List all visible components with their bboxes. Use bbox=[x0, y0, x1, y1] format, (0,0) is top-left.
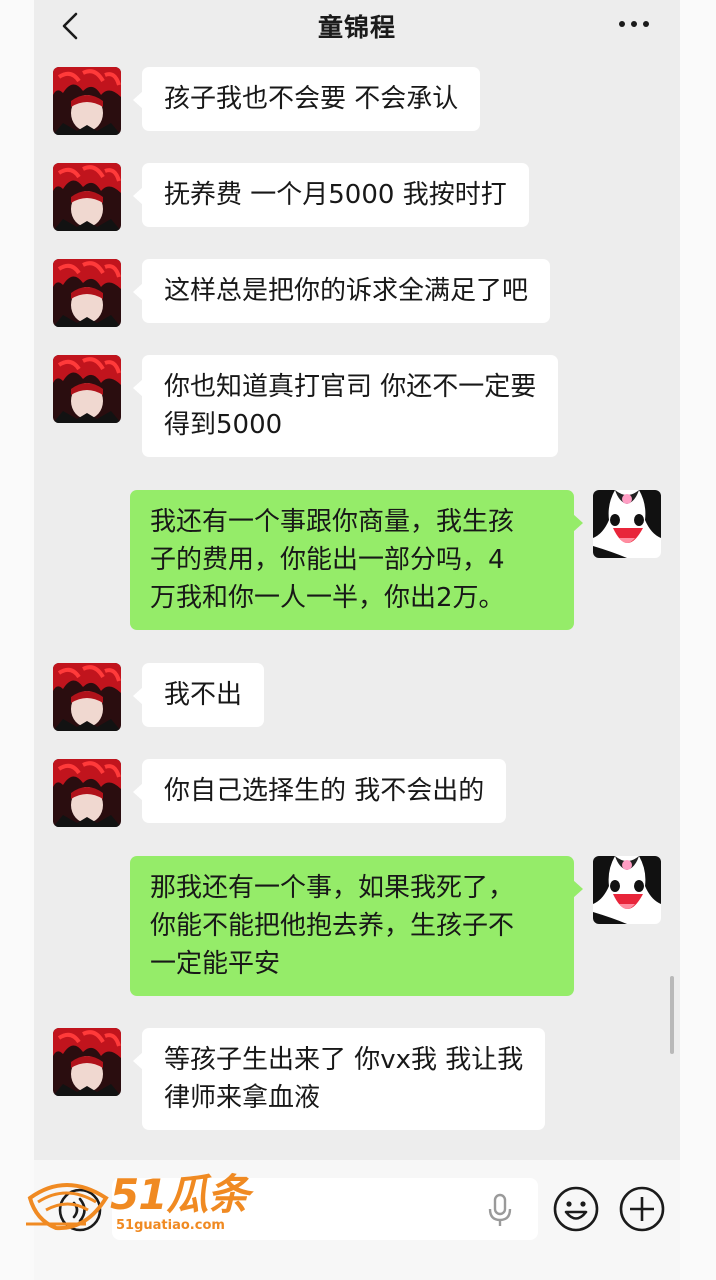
outgoing-message: 那我还有一个事，如果我死了， 你能不能把他抱去养，生孩子不 一定能平安 bbox=[130, 856, 583, 996]
scrollbar[interactable] bbox=[670, 976, 674, 1054]
message-line: 你也知道真打官司 你还不一定要 bbox=[164, 372, 537, 402]
chat-title: 童锦程 bbox=[317, 13, 396, 42]
message-line: 律师来拿血液 bbox=[164, 1083, 321, 1113]
incoming-message: 我不出 bbox=[132, 663, 265, 727]
incoming-message: 这样总是把你的诉求全满足了吧 bbox=[132, 259, 551, 323]
message-line: 你能不能把他抱去养，生孩子不 bbox=[150, 911, 515, 941]
message-line: 那我还有一个事，如果我死了， bbox=[150, 873, 515, 903]
screen-bezel-left bbox=[0, 0, 34, 1280]
watermark-melon-icon bbox=[26, 1183, 109, 1231]
plus-circle-icon[interactable] bbox=[618, 1185, 666, 1233]
message-line: 一定能平安 bbox=[150, 949, 281, 979]
incoming-message: 你自己选择生的 我不会出的 bbox=[132, 759, 507, 823]
contact-avatar[interactable] bbox=[53, 163, 121, 231]
emoji-icon[interactable] bbox=[552, 1185, 600, 1233]
contact-avatar[interactable] bbox=[53, 759, 121, 827]
user-avatar[interactable] bbox=[593, 490, 661, 558]
watermark-text: 51瓜条 bbox=[110, 1170, 249, 1219]
message-line: 抚养费 一个月5000 我按时打 bbox=[164, 180, 507, 210]
contact-avatar[interactable] bbox=[53, 259, 121, 327]
message-line: 得到5000 bbox=[164, 410, 283, 440]
incoming-message: 等孩子生出来了 你vx我 我让我 律师来拿血液 bbox=[132, 1028, 546, 1130]
contact-avatar[interactable] bbox=[53, 67, 121, 135]
watermark-url: 51guatiao.com bbox=[116, 1218, 225, 1233]
message-line: 你自己选择生的 我不会出的 bbox=[164, 776, 485, 806]
microphone-icon[interactable] bbox=[482, 1192, 518, 1228]
contact-avatar[interactable] bbox=[53, 663, 121, 731]
chat-screen: 童锦程 孩子我也不会要 不会承认 抚养费 一个月5000 我按时打 这样总是把你… bbox=[34, 0, 680, 1280]
chat-header: 童锦程 bbox=[34, 0, 680, 52]
message-line: 等孩子生出来了 你vx我 我让我 bbox=[164, 1045, 524, 1075]
more-dots-icon[interactable] bbox=[616, 14, 652, 34]
message-line: 子的费用，你能出一部分吗，4 bbox=[150, 545, 505, 575]
incoming-message: 抚养费 一个月5000 我按时打 bbox=[133, 163, 529, 227]
outgoing-message: 我还有一个事跟你商量，我生孩 子的费用，你能出一部分吗，4 万我和你一人一半，你… bbox=[130, 490, 583, 630]
contact-avatar[interactable] bbox=[53, 355, 121, 423]
chevron-left-icon[interactable] bbox=[56, 10, 84, 42]
message-line: 万我和你一人一半，你出2万。 bbox=[150, 583, 505, 613]
incoming-message: 孩子我也不会要 不会承认 bbox=[132, 67, 481, 131]
contact-avatar[interactable] bbox=[53, 1028, 121, 1096]
incoming-message: 你也知道真打官司 你还不一定要 得到5000 bbox=[132, 355, 559, 457]
screen-bezel-right bbox=[680, 0, 716, 1280]
message-line: 我还有一个事跟你商量，我生孩 bbox=[150, 507, 515, 537]
watermark-logo: 51瓜条 51guatiao.com bbox=[26, 1168, 262, 1238]
message-line: 孩子我也不会要 不会承认 bbox=[164, 84, 459, 114]
message-line: 这样总是把你的诉求全满足了吧 bbox=[164, 276, 529, 306]
user-avatar[interactable] bbox=[593, 856, 661, 924]
message-line: 我不出 bbox=[164, 680, 243, 710]
